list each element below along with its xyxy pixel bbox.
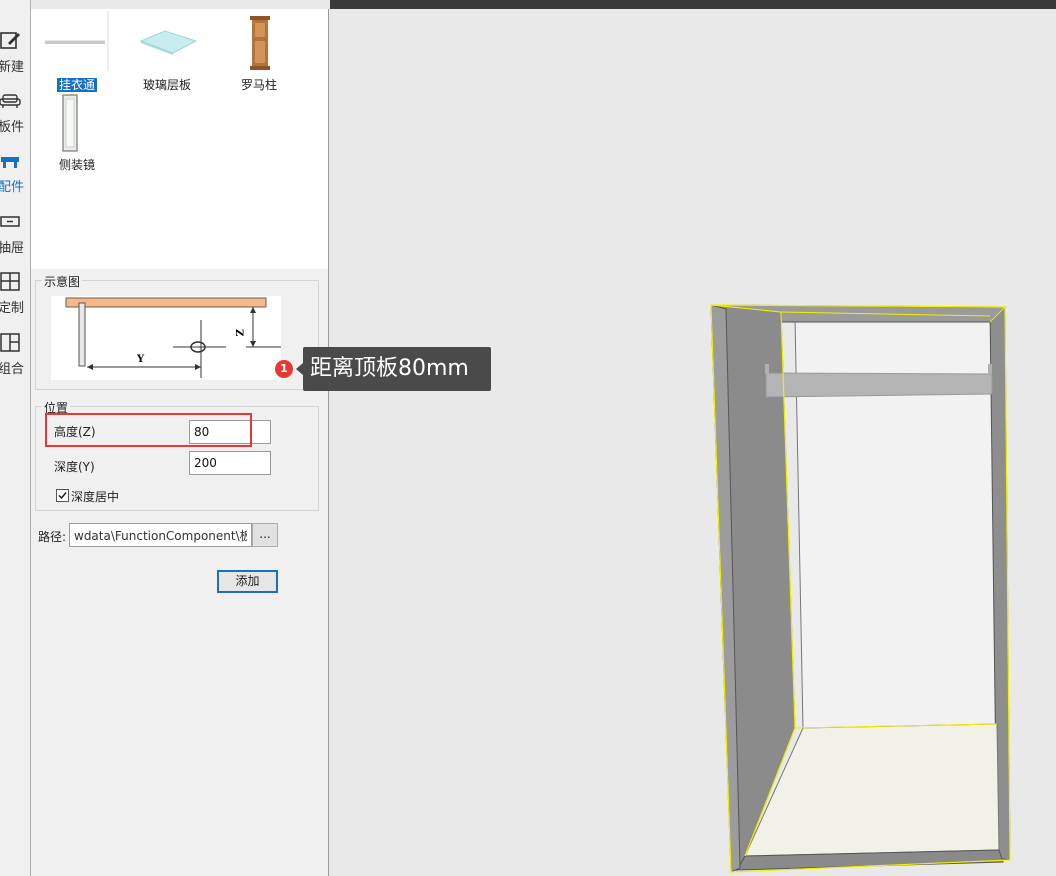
path-label: 路径: xyxy=(38,530,67,544)
gallery-item-hanging-rod[interactable]: 挂衣通 xyxy=(31,11,123,92)
custom-icon xyxy=(0,272,20,291)
schematic-y-label: Y xyxy=(136,354,145,365)
annotation-tooltip: 距离顶板80mm xyxy=(303,347,491,391)
combine-icon xyxy=(0,333,20,352)
gallery-label: 玻璃层板 xyxy=(142,78,191,92)
schematic-legend: 示意图 xyxy=(42,273,83,290)
side-mirror-thumbnail xyxy=(62,94,78,152)
add-button[interactable]: 添加 xyxy=(217,570,278,593)
cabinet-3d-model xyxy=(710,304,1011,873)
schematic-diagram: Z Y xyxy=(51,296,281,380)
tooltip-arrow xyxy=(296,363,303,375)
toolbar-label: 配件 xyxy=(0,180,25,195)
annotation-badge: 1 xyxy=(275,360,293,378)
gallery-item-side-mirror[interactable]: 侧装镜 xyxy=(31,91,123,172)
browse-button[interactable]: ... xyxy=(252,523,278,547)
roman-column-thumbnail xyxy=(250,16,270,70)
toolbar-label: 板件 xyxy=(0,120,25,135)
toolbar-item-new[interactable]: 新建 xyxy=(0,22,30,78)
sofa-icon xyxy=(0,94,21,108)
gallery-item-roman-column[interactable]: 罗马柱 xyxy=(213,11,305,92)
check-icon xyxy=(58,492,67,500)
toolbar-item-combine[interactable]: 组合 xyxy=(0,324,30,380)
left-toolbar: 新建 板件 配件 抽屉 定制 组合 xyxy=(0,0,31,876)
depth-input[interactable] xyxy=(189,451,271,475)
toolbar-item-panel[interactable]: 板件 xyxy=(0,82,30,138)
toolbar-label: 组合 xyxy=(0,362,25,377)
depth-center-checkbox[interactable] xyxy=(56,489,69,502)
path-input[interactable] xyxy=(69,523,252,547)
schematic-z-label: Z xyxy=(233,329,244,336)
toolbar-label: 定制 xyxy=(0,301,25,316)
glass-shelf-thumbnail xyxy=(139,30,198,55)
toolbar-label: 新建 xyxy=(0,60,25,75)
toolbar-item-custom[interactable]: 定制 xyxy=(0,263,30,319)
drawer-icon xyxy=(0,216,20,227)
gallery-label: 罗马柱 xyxy=(240,78,277,92)
highlight-box xyxy=(45,413,252,447)
toolbar-item-hardware[interactable]: 配件 xyxy=(0,142,30,198)
gallery-item-glass-shelf[interactable]: 玻璃层板 xyxy=(121,11,213,92)
top-menu-bar xyxy=(330,0,1056,9)
hanging-rod-thumbnail xyxy=(45,11,109,71)
hardware-icon xyxy=(1,157,19,168)
gallery-label: 侧装镜 xyxy=(58,158,95,172)
edit-icon xyxy=(0,32,20,49)
toolbar-item-drawer[interactable]: 抽屉 xyxy=(0,203,30,259)
depth-center-label: 深度居中 xyxy=(71,490,120,504)
depth-label: 深度(Y) xyxy=(54,460,95,474)
3d-viewport[interactable] xyxy=(330,9,1056,876)
component-gallery: 挂衣通 玻璃层板 罗马柱 侧装镜 xyxy=(31,9,328,269)
toolbar-label: 抽屉 xyxy=(0,241,25,256)
